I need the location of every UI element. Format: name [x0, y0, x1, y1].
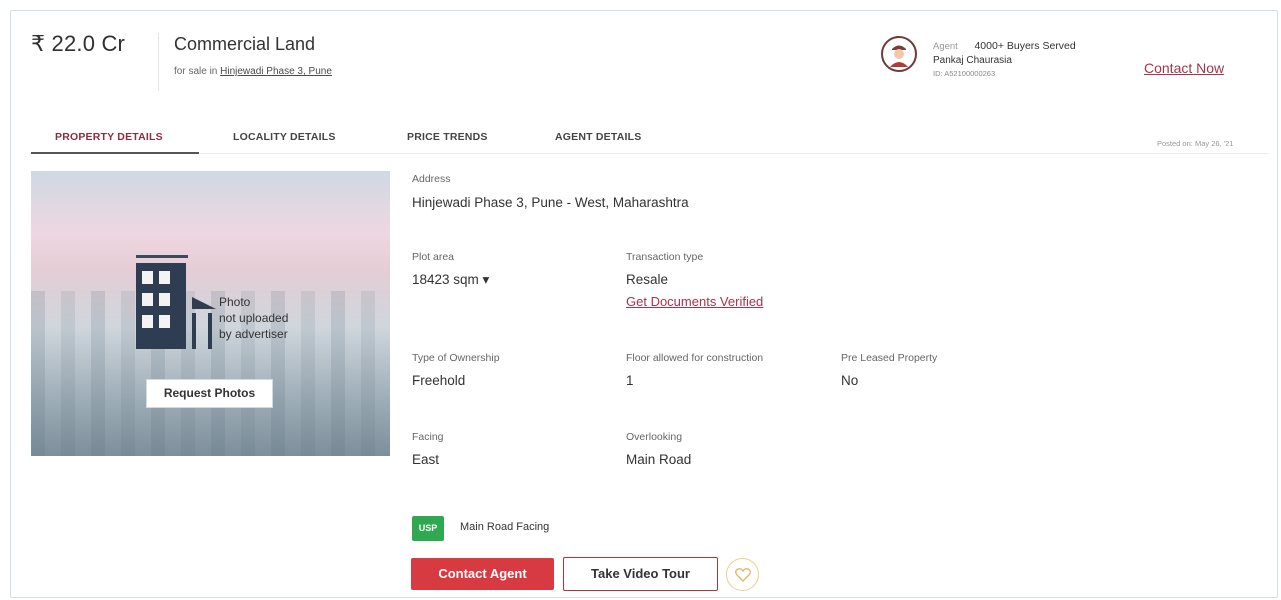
pre-leased-label: Pre Leased Property [841, 352, 938, 364]
get-documents-verified-link[interactable]: Get Documents Verified [626, 294, 763, 309]
contact-now-link[interactable]: Contact Now [1144, 60, 1224, 76]
agent-id: ID: A52100000263 [933, 69, 996, 78]
agent-name: Pankaj Chaurasia [933, 55, 1012, 66]
transaction-type-label: Transaction type [626, 251, 704, 263]
buyers-served: 4000+ Buyers Served [974, 40, 1076, 52]
take-video-tour-button[interactable]: Take Video Tour [563, 557, 718, 591]
property-card: ₹ 22.0 Cr Commercial Land for sale in Hi… [10, 10, 1278, 598]
location-link[interactable]: Hinjewadi Phase 3, Pune [220, 66, 332, 77]
price: ₹ 22.0 Cr [31, 31, 126, 56]
shortlist-heart-button[interactable] [726, 558, 759, 591]
sale-prefix: for sale in [174, 66, 218, 77]
ownership-label: Type of Ownership [412, 352, 500, 364]
plot-area-value[interactable]: 18423 sqm ▾ [412, 272, 489, 288]
tab-price-trends[interactable]: PRICE TRENDS [407, 131, 488, 143]
ownership-value: Freehold [412, 373, 466, 388]
request-photos-button[interactable]: Request Photos [146, 379, 273, 408]
active-tab-underline [31, 152, 199, 154]
facing-value: East [412, 452, 440, 467]
property-type: Commercial Land [174, 34, 316, 54]
floors-allowed-label: Floor allowed for construction [626, 352, 764, 364]
floors-allowed-value: 1 [626, 373, 634, 388]
pre-leased-value: No [841, 373, 859, 388]
divider [158, 33, 159, 91]
tab-property-details[interactable]: PROPERTY DETAILS [55, 131, 163, 143]
agent-avatar-icon [881, 36, 917, 72]
facing-label: Facing [412, 431, 444, 443]
photo-missing-text: Photo not uploaded by advertiser [219, 295, 289, 341]
property-photo-placeholder: Photo not uploaded by advertiser Request… [31, 171, 390, 456]
sale-location: for sale in Hinjewadi Phase 3, Pune [174, 66, 332, 77]
usp-text: Main Road Facing [460, 521, 550, 533]
plot-area-label: Plot area [412, 251, 455, 263]
agent-info: Agent 4000+ Buyers Served Pankaj Chauras… [933, 40, 1076, 78]
tab-agent-details[interactable]: AGENT DETAILS [555, 131, 641, 143]
overlooking-value: Main Road [626, 452, 692, 467]
agent-label: Agent [933, 41, 958, 52]
overlooking-label: Overlooking [626, 431, 683, 443]
posted-date: Posted on: May 26, '21 [1157, 139, 1234, 148]
heart-icon [735, 568, 751, 582]
building-icon [136, 255, 216, 349]
contact-agent-button[interactable]: Contact Agent [411, 558, 554, 590]
transaction-type-value: Resale [626, 272, 669, 287]
address-value: Hinjewadi Phase 3, Pune - West, Maharash… [412, 195, 689, 210]
tab-locality-details[interactable]: LOCALITY DETAILS [233, 131, 336, 143]
address-label: Address [412, 173, 451, 185]
usp-badge: USP [412, 516, 444, 541]
tab-divider [199, 153, 1269, 154]
